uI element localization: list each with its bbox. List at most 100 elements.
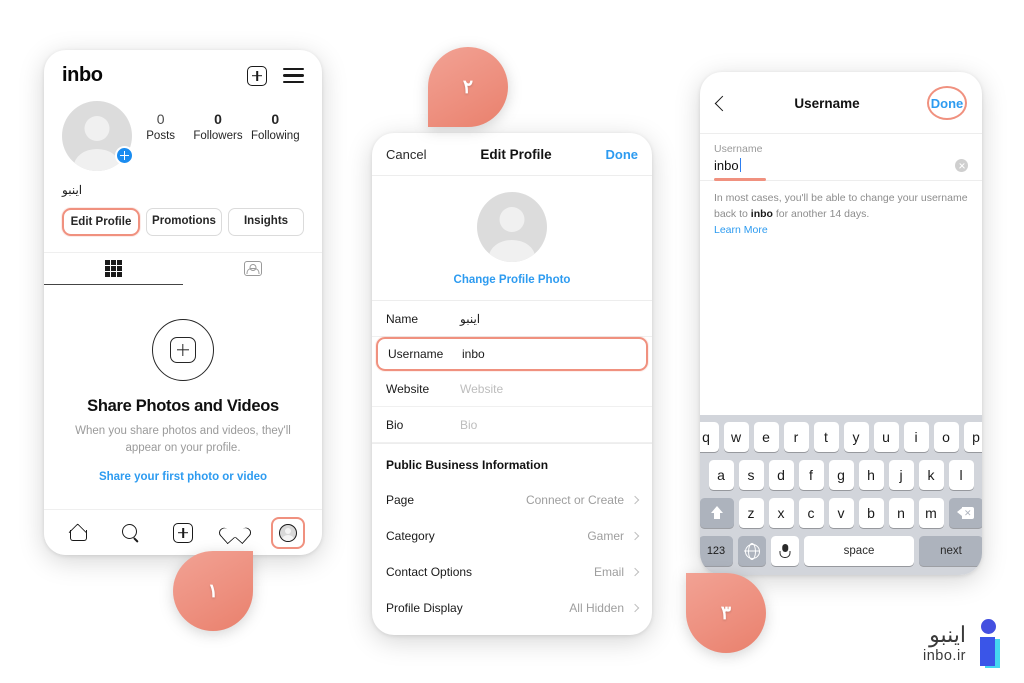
key-d[interactable]: d [768, 460, 794, 490]
key-r[interactable]: r [783, 422, 809, 452]
add-photo-circle-icon[interactable] [152, 319, 214, 381]
field-label: Username [714, 143, 763, 155]
clear-input-icon[interactable] [955, 159, 968, 172]
space-key[interactable]: space [804, 536, 914, 566]
field-row-website[interactable]: Website Website [372, 371, 652, 407]
next-key[interactable]: next [919, 536, 982, 566]
change-profile-photo-link[interactable]: Change Profile Photo [372, 274, 652, 286]
username-note: In most cases, you'll be able to change … [700, 181, 982, 223]
stat-followers[interactable]: 0 Followers [192, 111, 244, 143]
row-value: Gamer [587, 529, 624, 543]
insights-button[interactable]: Insights [228, 208, 304, 236]
canvas: inbo 0 Posts 0 Followers 0 Following این… [0, 0, 1024, 683]
key-j[interactable]: j [888, 460, 914, 490]
key-n[interactable]: n [888, 498, 914, 528]
username-nav-bar: Username Done [700, 72, 982, 134]
tab-tagged[interactable] [183, 253, 322, 285]
tab-grid[interactable] [44, 253, 183, 285]
row-label: Page [386, 493, 415, 507]
step-badge-1: ۱ [173, 551, 253, 631]
nav-home[interactable] [61, 517, 95, 549]
avatar[interactable] [62, 101, 134, 171]
nav-search[interactable] [114, 517, 148, 549]
key-z[interactable]: z [738, 498, 764, 528]
key-q[interactable]: q [700, 422, 719, 452]
field-label: Bio [386, 417, 404, 432]
plus-box-icon[interactable] [247, 65, 267, 86]
numbers-key[interactable]: 123 [700, 536, 733, 566]
key-x[interactable]: x [768, 498, 794, 528]
globe-key[interactable] [738, 536, 766, 566]
key-h[interactable]: h [858, 460, 884, 490]
input-text: inbo [714, 158, 739, 173]
list-row-category[interactable]: Category Gamer [372, 518, 652, 554]
key-y[interactable]: y [843, 422, 869, 452]
key-m[interactable]: m [918, 498, 944, 528]
keyboard-row-3: z x c v b n m ✕ [700, 498, 982, 528]
stat-value: 0 [214, 111, 222, 127]
nav-activity[interactable] [218, 517, 252, 549]
profile-stats: 0 Posts 0 Followers 0 Following [132, 101, 304, 143]
key-o[interactable]: o [933, 422, 959, 452]
nav-profile[interactable] [270, 516, 305, 549]
key-t[interactable]: t [813, 422, 839, 452]
field-label: Username [388, 347, 444, 361]
stat-label: Followers [193, 129, 243, 142]
brand-logo: اینبو inbo.ir [923, 617, 1002, 669]
key-w[interactable]: w [723, 422, 749, 452]
field-label: Website [386, 381, 430, 396]
key-i[interactable]: i [903, 422, 929, 452]
logo-i-mark-icon [976, 617, 1002, 669]
globe-icon [744, 543, 760, 559]
share-first-photo-link[interactable]: Share your first photo or video [70, 471, 296, 483]
profile-action-buttons: Edit Profile Promotions Insights [44, 197, 322, 236]
dictation-key[interactable] [771, 536, 799, 566]
field-row-name[interactable]: Name اینبو [372, 301, 652, 337]
stat-value: 0 [156, 111, 165, 127]
field-row-username[interactable]: Username inbo [376, 337, 648, 371]
key-s[interactable]: s [738, 460, 764, 490]
list-row-page[interactable]: Page Connect or Create [372, 482, 652, 518]
row-right: All Hidden [569, 601, 640, 615]
shift-key[interactable] [700, 498, 734, 528]
list-row-contact-options[interactable]: Contact Options Email [372, 554, 652, 590]
step-number: ۲ [462, 76, 474, 98]
key-e[interactable]: e [753, 422, 779, 452]
add-story-plus-icon[interactable] [115, 146, 134, 165]
key-u[interactable]: u [873, 422, 899, 452]
done-button[interactable]: Done [605, 147, 638, 162]
key-f[interactable]: f [798, 460, 824, 490]
key-v[interactable]: v [828, 498, 854, 528]
logo-text: اینبو inbo.ir [923, 622, 966, 663]
empty-state-title: Share Photos and Videos [87, 397, 279, 415]
section-header-business-info: Public Business Information [372, 443, 652, 482]
edit-profile-button[interactable]: Edit Profile [62, 208, 140, 236]
username-input[interactable]: inbo [714, 158, 968, 173]
field-row-bio[interactable]: Bio Bio [372, 407, 652, 443]
plus-square-icon [170, 337, 196, 363]
hamburger-icon[interactable] [283, 68, 304, 83]
key-c[interactable]: c [798, 498, 824, 528]
key-p[interactable]: p [963, 422, 982, 452]
learn-more-link[interactable]: Learn More [700, 224, 982, 236]
field-placeholder: Website [460, 381, 504, 396]
key-g[interactable]: g [828, 460, 854, 490]
nav-add-post[interactable] [166, 517, 200, 549]
key-k[interactable]: k [918, 460, 944, 490]
promotions-button[interactable]: Promotions [146, 208, 222, 236]
logo-name-fa: اینبو [929, 622, 966, 648]
list-row-profile-display[interactable]: Profile Display All Hidden [372, 590, 652, 626]
chevron-right-icon [630, 531, 640, 541]
key-b[interactable]: b [858, 498, 884, 528]
back-chevron-icon[interactable] [714, 95, 731, 111]
done-button[interactable]: Done [926, 86, 968, 120]
logo-name-en: inbo.ir [923, 647, 966, 664]
cancel-button[interactable]: Cancel [386, 147, 426, 162]
stat-following[interactable]: 0 Following [249, 111, 301, 143]
stat-posts[interactable]: 0 Posts [135, 111, 187, 143]
search-icon [122, 524, 139, 541]
avatar-image[interactable] [477, 192, 547, 262]
backspace-key[interactable]: ✕ [948, 498, 982, 528]
key-l[interactable]: l [948, 460, 974, 490]
key-a[interactable]: a [708, 460, 734, 490]
